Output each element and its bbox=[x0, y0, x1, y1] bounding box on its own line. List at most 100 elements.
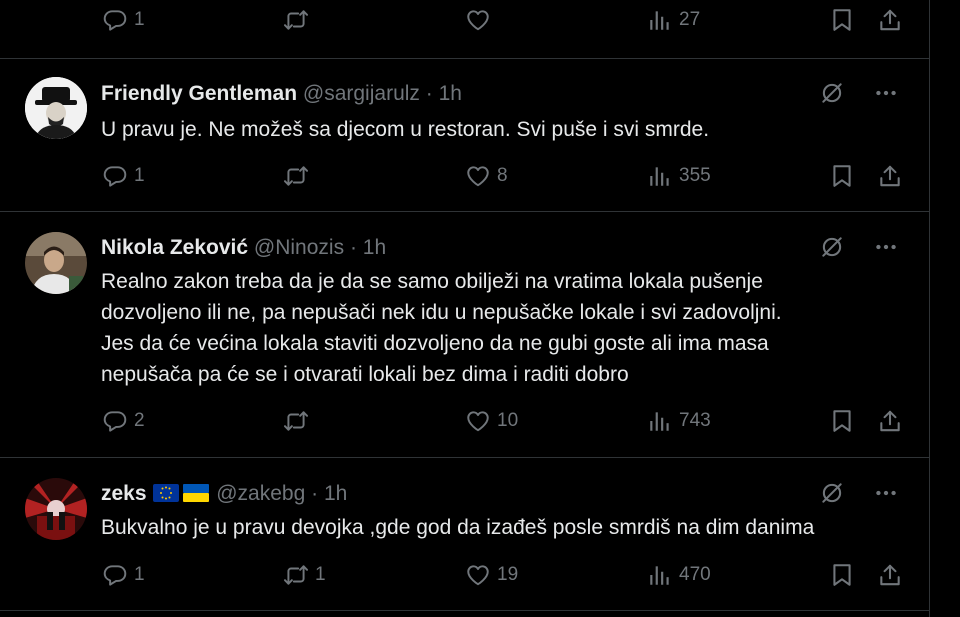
timestamp[interactable]: 1h bbox=[439, 82, 462, 105]
like-count: 10 bbox=[497, 410, 519, 431]
heart-icon bbox=[465, 562, 491, 588]
retweet-button[interactable] bbox=[283, 408, 315, 434]
views-button[interactable]: 470 bbox=[647, 562, 711, 588]
avatar[interactable] bbox=[25, 77, 87, 139]
reply-count: 1 bbox=[134, 564, 145, 585]
bookmark-icon bbox=[829, 562, 855, 588]
avatar-image bbox=[25, 232, 87, 294]
tweet-text-line: nepušača pa će se i otvarati lokali bez … bbox=[101, 363, 629, 386]
bookmark-icon bbox=[829, 7, 855, 33]
timestamp[interactable]: 1h bbox=[324, 482, 347, 505]
tweet-previous[interactable]: 1 27 bbox=[0, 0, 929, 59]
reply-button[interactable]: 1 bbox=[102, 163, 145, 189]
views-count: 27 bbox=[679, 9, 701, 30]
reply-icon bbox=[102, 408, 128, 434]
eu-flag-icon bbox=[153, 484, 180, 502]
separator: · bbox=[311, 482, 319, 505]
views-icon bbox=[647, 408, 673, 434]
flags-emoji bbox=[153, 484, 210, 502]
like-count: 8 bbox=[497, 165, 508, 186]
bookmark-button[interactable] bbox=[829, 7, 855, 33]
retweet-button[interactable] bbox=[283, 163, 315, 189]
tweet-text-line: Jes da će većina lokala staviti dozvolje… bbox=[101, 332, 769, 355]
heart-icon bbox=[465, 408, 491, 434]
retweet-icon bbox=[283, 7, 309, 33]
reply-count: 1 bbox=[134, 165, 145, 186]
like-button[interactable]: 10 bbox=[465, 408, 518, 434]
tweet-top-icons bbox=[819, 234, 899, 260]
retweet-button[interactable] bbox=[283, 7, 315, 33]
avatar[interactable] bbox=[25, 478, 87, 540]
tweet-text-line: U pravu je. Ne možeš sa djecom u restora… bbox=[101, 118, 710, 141]
tweet-text-line: dozvoljeno ili ne, pa nepušači nek idu u… bbox=[101, 301, 782, 324]
like-button[interactable]: 8 bbox=[465, 163, 508, 189]
like-count: 19 bbox=[497, 564, 519, 585]
tweet-header: zeks @zakebg · 1h bbox=[101, 482, 347, 506]
bookmark-button[interactable] bbox=[829, 562, 855, 588]
separator: · bbox=[349, 236, 357, 259]
more-icon[interactable] bbox=[873, 234, 899, 260]
views-count: 743 bbox=[679, 410, 711, 431]
views-count: 355 bbox=[679, 165, 711, 186]
tweet-actions: 1 27 bbox=[0, 7, 929, 37]
bookmark-button[interactable] bbox=[829, 163, 855, 189]
bookmark-icon bbox=[829, 163, 855, 189]
views-button[interactable]: 27 bbox=[647, 7, 700, 33]
share-icon bbox=[877, 408, 903, 434]
bookmark-button[interactable] bbox=[829, 408, 855, 434]
tweet-actions: 2 10 743 bbox=[0, 408, 929, 438]
tweet-actions: 1 8 355 bbox=[0, 163, 929, 193]
share-icon bbox=[877, 7, 903, 33]
like-button[interactable] bbox=[465, 7, 497, 33]
reply-button[interactable]: 1 bbox=[102, 7, 145, 33]
views-count: 470 bbox=[679, 564, 711, 585]
tweet-text: Realno zakon treba da je da se samo obil… bbox=[101, 266, 901, 390]
share-button[interactable] bbox=[877, 163, 903, 189]
share-icon bbox=[877, 562, 903, 588]
views-icon bbox=[647, 163, 673, 189]
tweet[interactable]: Nikola Zeković @Ninozis · 1h Realno zako… bbox=[0, 212, 929, 458]
grok-icon[interactable] bbox=[819, 480, 845, 506]
grok-icon[interactable] bbox=[819, 80, 845, 106]
retweet-icon bbox=[283, 562, 309, 588]
views-button[interactable]: 355 bbox=[647, 163, 711, 189]
reply-button[interactable]: 2 bbox=[102, 408, 145, 434]
grok-icon[interactable] bbox=[819, 234, 845, 260]
share-button[interactable] bbox=[877, 408, 903, 434]
reply-count: 1 bbox=[134, 9, 145, 30]
reply-count: 2 bbox=[134, 410, 145, 431]
user-handle[interactable]: @sargijarulz bbox=[303, 82, 420, 105]
display-name[interactable]: Friendly Gentleman bbox=[101, 82, 297, 105]
bookmark-icon bbox=[829, 408, 855, 434]
timeline-column: 1 27 Friendly Gentleman @sargijarulz · 1… bbox=[0, 0, 930, 617]
heart-icon bbox=[465, 163, 491, 189]
display-name[interactable]: zeks bbox=[101, 482, 147, 505]
retweet-button[interactable]: 1 bbox=[283, 562, 326, 588]
timestamp[interactable]: 1h bbox=[363, 236, 386, 259]
tweet[interactable]: Friendly Gentleman @sargijarulz · 1h U p… bbox=[0, 58, 929, 212]
tweet-actions: 1 1 19 470 bbox=[0, 562, 929, 592]
views-icon bbox=[647, 562, 673, 588]
tweet-text: Bukvalno je u pravu devojka ,gde god da … bbox=[101, 512, 901, 543]
user-handle[interactable]: @zakebg bbox=[216, 482, 305, 505]
tweet-text: U pravu je. Ne možeš sa djecom u restora… bbox=[101, 114, 901, 145]
reply-button[interactable]: 1 bbox=[102, 562, 145, 588]
like-button[interactable]: 19 bbox=[465, 562, 518, 588]
user-handle[interactable]: @Ninozis bbox=[254, 236, 344, 259]
tweet-top-icons bbox=[819, 80, 899, 106]
avatar-image bbox=[25, 478, 87, 540]
share-button[interactable] bbox=[877, 7, 903, 33]
tweet-header: Friendly Gentleman @sargijarulz · 1h bbox=[101, 82, 462, 106]
tweet-header: Nikola Zeković @Ninozis · 1h bbox=[101, 236, 386, 260]
ukraine-flag-icon bbox=[183, 484, 210, 502]
avatar[interactable] bbox=[25, 232, 87, 294]
views-button[interactable]: 743 bbox=[647, 408, 711, 434]
share-icon bbox=[877, 163, 903, 189]
more-icon[interactable] bbox=[873, 80, 899, 106]
share-button[interactable] bbox=[877, 562, 903, 588]
tweet[interactable]: zeks @zakebg · 1h Bukvalno je u pravu de… bbox=[0, 458, 929, 611]
display-name[interactable]: Nikola Zeković bbox=[101, 236, 248, 259]
avatar-image bbox=[25, 77, 87, 139]
more-icon[interactable] bbox=[873, 480, 899, 506]
tweet-text-line: Bukvalno je u pravu devojka ,gde god da … bbox=[101, 516, 815, 539]
